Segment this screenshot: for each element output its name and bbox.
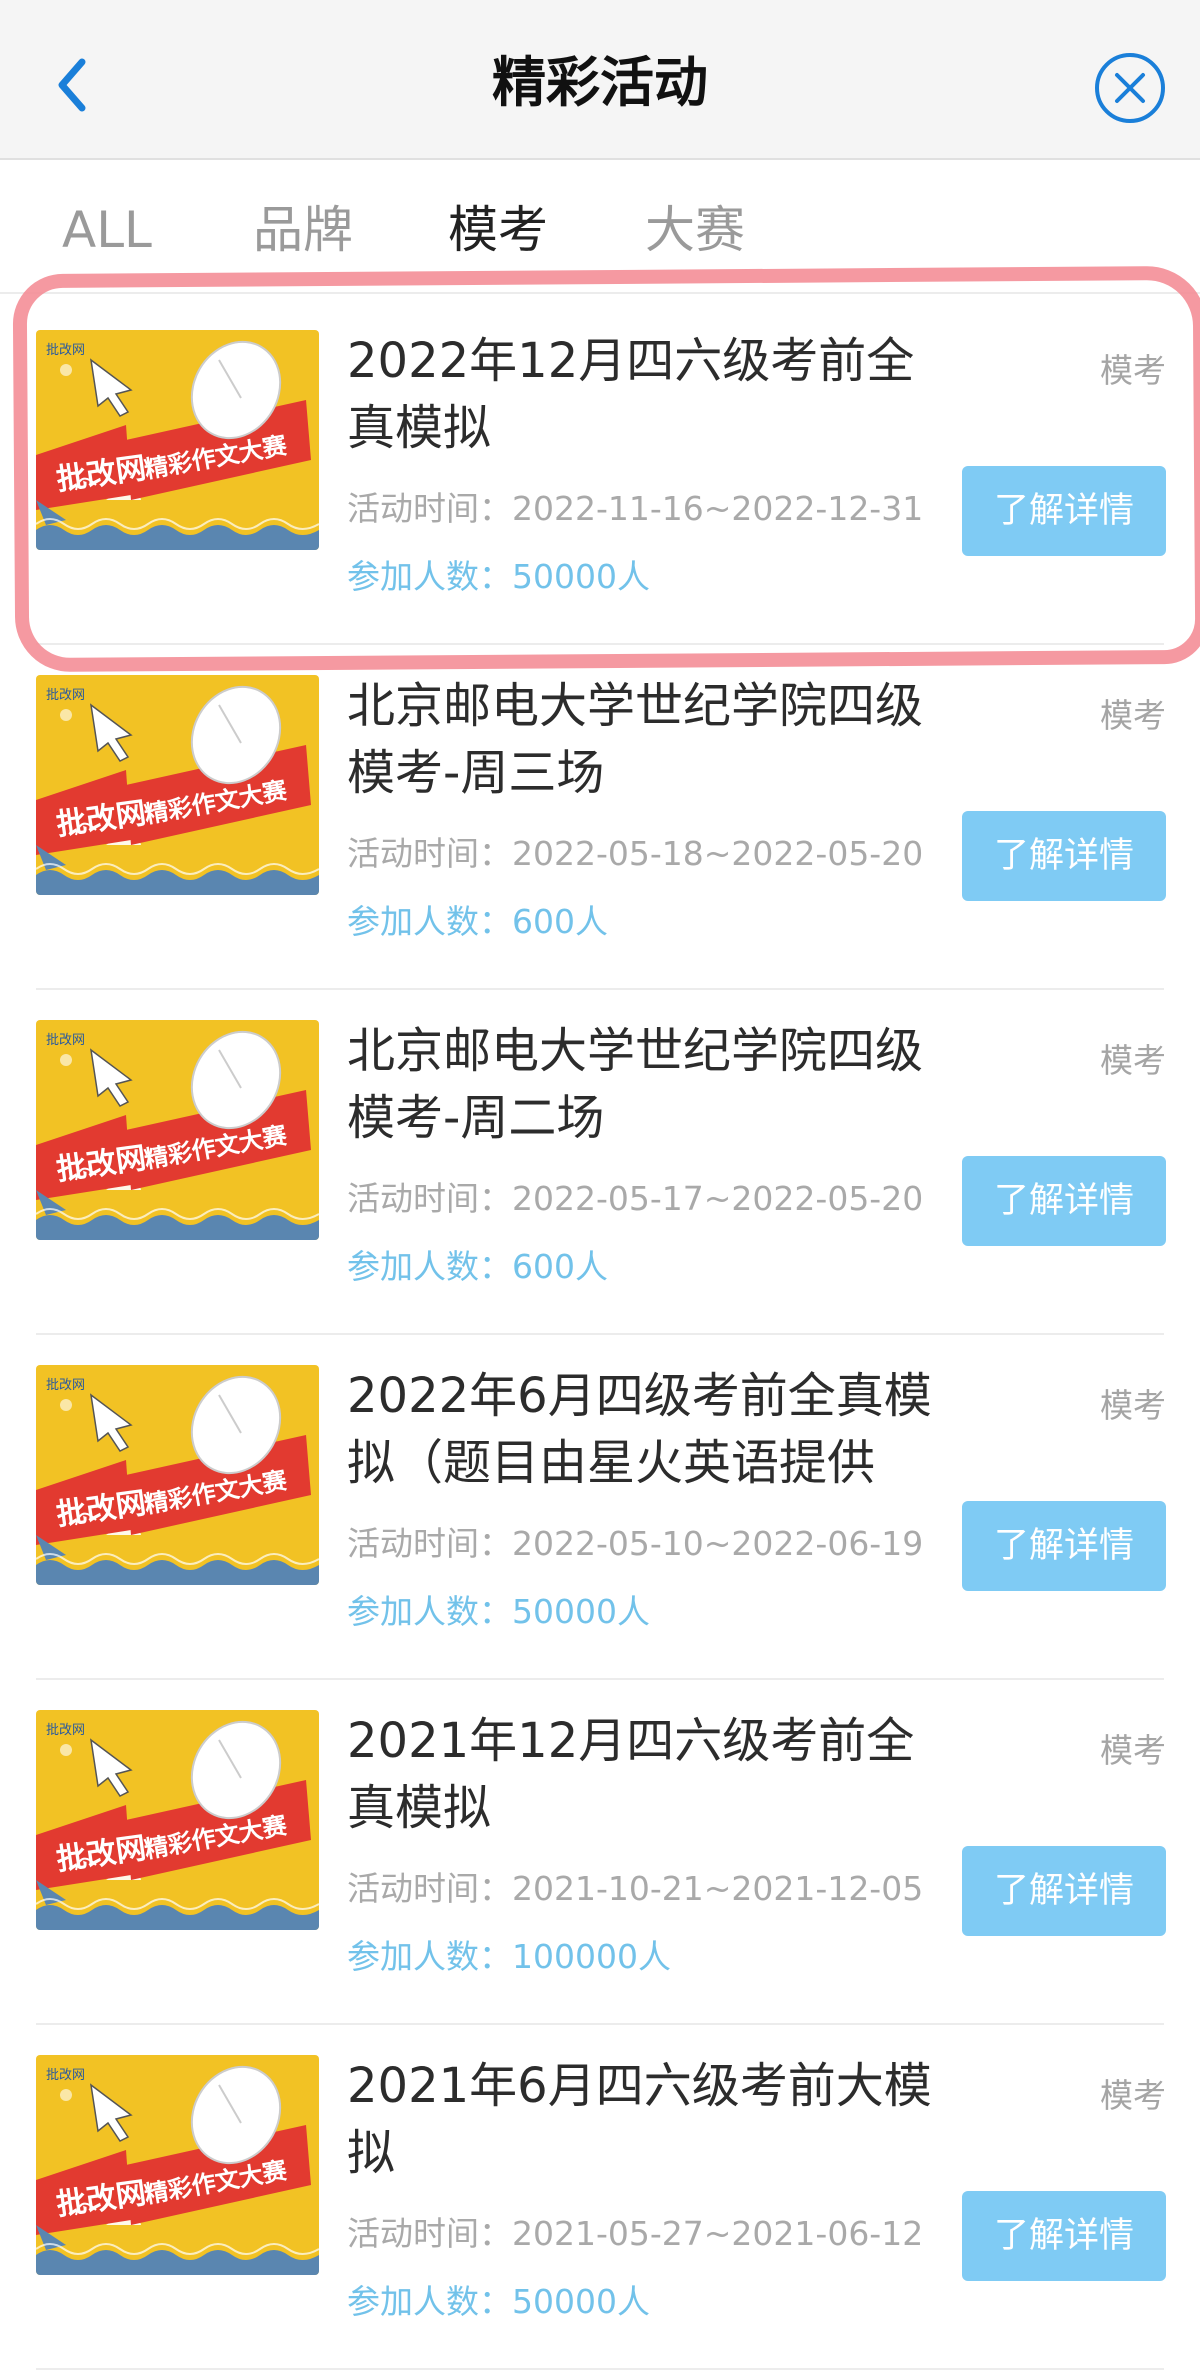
view-details-button[interactable]: 了解详情 bbox=[962, 2191, 1166, 2281]
svg-text:批改网: 批改网 bbox=[46, 688, 85, 703]
participant-count: 参加人数：50000人 bbox=[347, 557, 650, 596]
tab-contest[interactable]: 大赛 bbox=[645, 198, 745, 262]
activity-item[interactable]: 批改网 批改网 精彩作文大赛 2022年6月四级考前全真模拟（题目由星火英语提供… bbox=[0, 1335, 1200, 1680]
activity-title[interactable]: 北京邮电大学世纪学院四级模考-周三场 bbox=[347, 673, 947, 807]
participant-count: 参加人数：100000人 bbox=[347, 1937, 671, 1976]
activity-thumbnail[interactable]: 批改网 批改网 精彩作文大赛 bbox=[36, 675, 319, 895]
tab-brand[interactable]: 品牌 bbox=[253, 198, 353, 262]
activity-time: 活动时间：2022-05-17~2022-05-20 bbox=[347, 1179, 924, 1218]
contest-banner-image: 批改网 批改网 精彩作文大赛 bbox=[36, 330, 319, 550]
activity-title[interactable]: 2022年6月四级考前全真模拟（题目由星火英语提供 bbox=[347, 1363, 947, 1497]
view-details-button[interactable]: 了解详情 bbox=[962, 1156, 1166, 1246]
activity-title[interactable]: 2021年12月四六级考前全真模拟 bbox=[347, 1708, 947, 1842]
close-circle-icon bbox=[1095, 53, 1165, 123]
contest-banner-image: 批改网 批改网 精彩作文大赛 bbox=[36, 1365, 319, 1585]
close-button[interactable] bbox=[1092, 50, 1168, 126]
activity-title[interactable]: 2021年6月四六级考前大模拟 bbox=[347, 2053, 947, 2187]
activity-time: 活动时间：2022-11-16~2022-12-31 bbox=[347, 489, 924, 528]
tab-mock-exam[interactable]: 模考 bbox=[448, 198, 548, 262]
contest-banner-image: 批改网 批改网 精彩作文大赛 bbox=[36, 675, 319, 895]
activity-category-tag: 模考 bbox=[1100, 696, 1166, 735]
activity-category-tag: 模考 bbox=[1100, 351, 1166, 390]
svg-text:批改网: 批改网 bbox=[46, 2068, 85, 2083]
activity-item[interactable]: 批改网 批改网 精彩作文大赛 北京邮电大学世纪学院四级模考-周二场 模考 活动时… bbox=[0, 990, 1200, 1335]
activity-category-tag: 模考 bbox=[1100, 1731, 1166, 1770]
participant-count: 参加人数：600人 bbox=[347, 902, 608, 941]
view-details-button[interactable]: 了解详情 bbox=[962, 1501, 1166, 1591]
participant-count: 参加人数：50000人 bbox=[347, 2282, 650, 2321]
activity-item[interactable]: 批改网 批改网 精彩作文大赛 2022年12月四六级考前全真模拟 模考 活动时间… bbox=[0, 300, 1200, 645]
view-details-button[interactable]: 了解详情 bbox=[962, 466, 1166, 556]
activity-item[interactable]: 批改网 批改网 精彩作文大赛 北京邮电大学世纪学院四级模考-周三场 模考 活动时… bbox=[0, 645, 1200, 990]
activity-time: 活动时间：2021-05-27~2021-06-12 bbox=[347, 2214, 924, 2253]
activity-title[interactable]: 北京邮电大学世纪学院四级模考-周二场 bbox=[347, 1018, 947, 1152]
participant-count: 参加人数：600人 bbox=[347, 1247, 608, 1286]
activity-thumbnail[interactable]: 批改网 批改网 精彩作文大赛 bbox=[36, 330, 319, 550]
activity-thumbnail[interactable]: 批改网 批改网 精彩作文大赛 bbox=[36, 1020, 319, 1240]
contest-banner-image: 批改网 批改网 精彩作文大赛 bbox=[36, 1020, 319, 1240]
activity-category-tag: 模考 bbox=[1100, 2076, 1166, 2115]
contest-banner-image: 批改网 批改网 精彩作文大赛 bbox=[36, 2055, 319, 2275]
category-tabs: ALL 品牌 模考 大赛 bbox=[0, 160, 1200, 294]
activity-thumbnail[interactable]: 批改网 批改网 精彩作文大赛 bbox=[36, 2055, 319, 2275]
activity-thumbnail[interactable]: 批改网 批改网 精彩作文大赛 bbox=[36, 1710, 319, 1930]
svg-text:批改网: 批改网 bbox=[46, 1723, 85, 1738]
page-title: 精彩活动 bbox=[492, 51, 708, 114]
nav-header: 精彩活动 bbox=[0, 0, 1200, 160]
activity-item[interactable]: 批改网 批改网 精彩作文大赛 2021年12月四六级考前全真模拟 模考 活动时间… bbox=[0, 1680, 1200, 2025]
contest-banner-image: 批改网 批改网 精彩作文大赛 bbox=[36, 1710, 319, 1930]
activity-category-tag: 模考 bbox=[1100, 1041, 1166, 1080]
activity-time: 活动时间：2022-05-10~2022-06-19 bbox=[347, 1524, 924, 1563]
svg-text:批改网: 批改网 bbox=[46, 1378, 85, 1393]
activity-time: 活动时间：2021-10-21~2021-12-05 bbox=[347, 1869, 924, 1908]
tab-all[interactable]: ALL bbox=[62, 198, 152, 262]
view-details-button[interactable]: 了解详情 bbox=[962, 811, 1166, 901]
svg-text:批改网: 批改网 bbox=[46, 343, 85, 358]
activity-time: 活动时间：2022-05-18~2022-05-20 bbox=[347, 834, 924, 873]
activity-thumbnail[interactable]: 批改网 批改网 精彩作文大赛 bbox=[36, 1365, 319, 1585]
view-details-button[interactable]: 了解详情 bbox=[962, 1846, 1166, 1936]
activity-item[interactable]: 批改网 批改网 精彩作文大赛 2021年6月四六级考前大模拟 模考 活动时间：2… bbox=[0, 2025, 1200, 2370]
participant-count: 参加人数：50000人 bbox=[347, 1592, 650, 1631]
activity-title[interactable]: 2022年12月四六级考前全真模拟 bbox=[347, 328, 947, 462]
activity-category-tag: 模考 bbox=[1100, 1386, 1166, 1425]
svg-text:批改网: 批改网 bbox=[46, 1033, 85, 1048]
